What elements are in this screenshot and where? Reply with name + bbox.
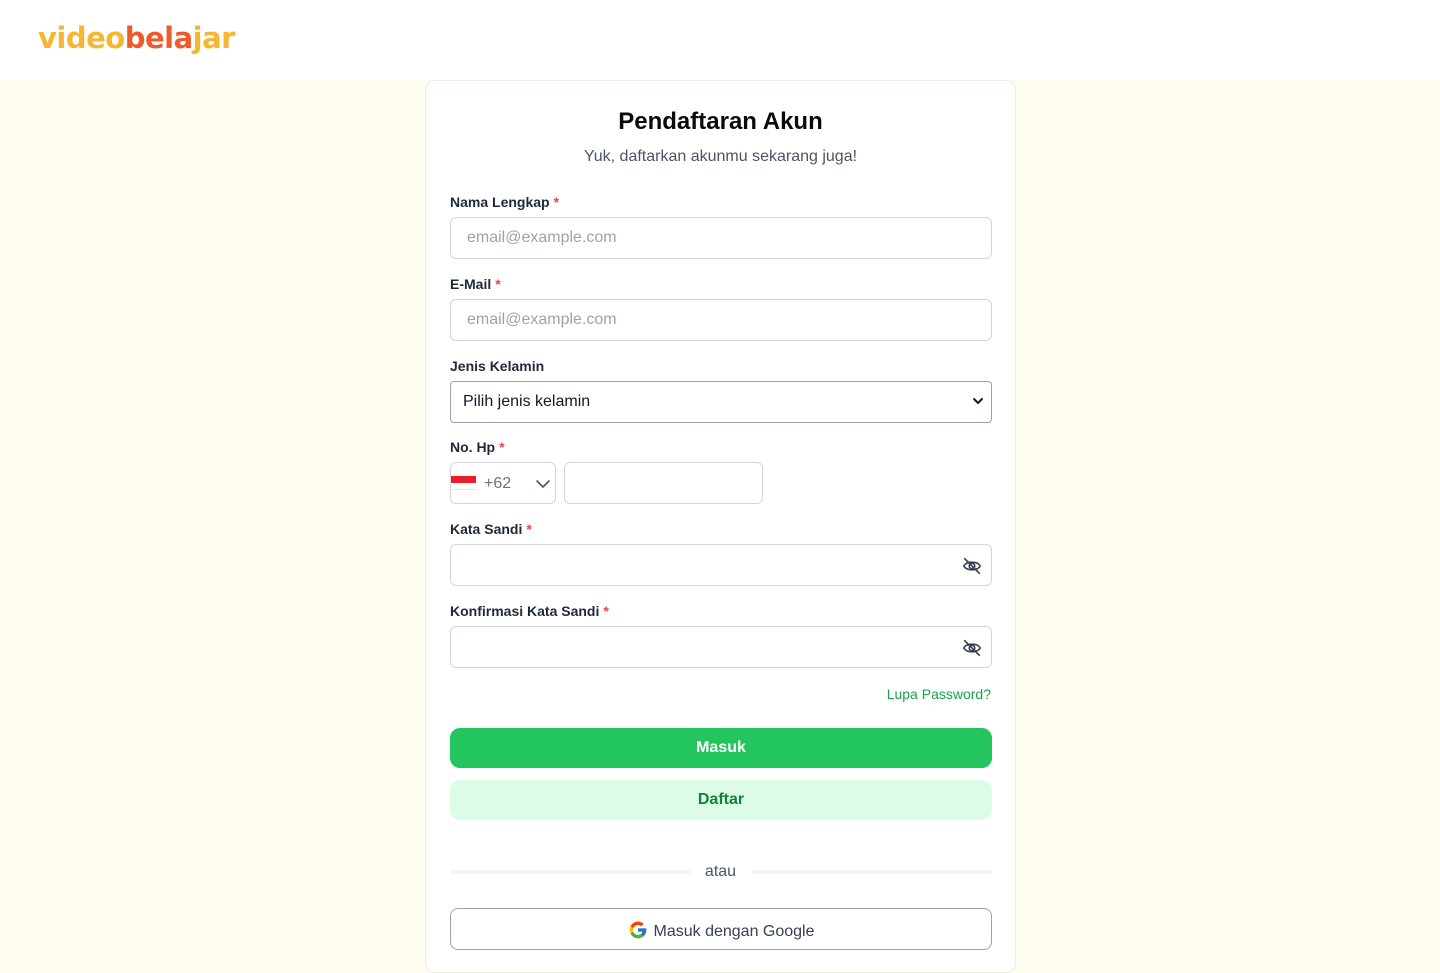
indonesia-flag-icon — [451, 476, 476, 490]
confirm-password-label-text: Konfirmasi Kata Sandi — [450, 603, 600, 619]
required-mark: * — [495, 276, 501, 292]
confirm-password-label: Konfirmasi Kata Sandi * — [450, 603, 609, 619]
password-label: Kata Sandi * — [450, 521, 532, 537]
phone-label-text: No. Hp — [450, 439, 496, 455]
register-card: Pendaftaran Akun Yuk, daftarkan akunmu s… — [425, 80, 1016, 973]
phone-number-input[interactable] — [564, 462, 763, 504]
password-input[interactable] — [450, 544, 992, 586]
google-icon — [629, 921, 646, 939]
gender-selected-value: Pilih jenis kelamin — [463, 393, 591, 410]
email-label-text: E-Mail — [450, 276, 492, 292]
divider-line-right — [752, 870, 992, 874]
password-label-text: Kata Sandi — [450, 521, 523, 537]
chevron-down-icon — [973, 398, 983, 404]
forgot-password-link[interactable]: Lupa Password? — [887, 686, 991, 702]
google-login-button[interactable]: Masuk dengan Google — [450, 908, 992, 950]
email-placeholder: email@example.com — [467, 311, 617, 328]
full-name-input[interactable]: email@example.com — [450, 217, 992, 259]
country-code-select[interactable]: +62 — [450, 462, 556, 504]
chevron-down-icon — [536, 480, 550, 488]
phone-label: No. Hp * — [450, 439, 505, 455]
page-title: Pendaftaran Akun — [618, 108, 823, 135]
required-mark: * — [553, 194, 560, 210]
confirm-password-input[interactable] — [450, 626, 992, 668]
eye-off-icon[interactable] — [961, 555, 983, 577]
gender-label: Jenis Kelamin — [450, 358, 544, 374]
logo-text-jar: jar — [192, 21, 236, 55]
gender-label-text: Jenis Kelamin — [450, 358, 545, 374]
page-subtitle: Yuk, daftarkan akunmu sekarang juga! — [583, 148, 858, 165]
top-navbar: videobelajar — [0, 0, 1440, 80]
google-button-label: Masuk dengan Google — [653, 923, 815, 940]
email-label: E-Mail * — [450, 276, 501, 292]
logo-text-video: video — [38, 21, 125, 55]
required-mark: * — [526, 521, 532, 537]
required-mark: * — [499, 439, 505, 455]
eye-off-icon[interactable] — [961, 637, 983, 659]
brand-logo[interactable]: videobelajar — [38, 20, 235, 56]
email-input[interactable]: email@example.com — [450, 299, 992, 341]
country-dial-code: +62 — [484, 475, 512, 492]
register-button[interactable]: Daftar — [450, 780, 992, 820]
full-name-label: Nama Lengkap * — [450, 194, 559, 210]
gender-select[interactable]: Pilih jenis kelamin — [450, 381, 992, 423]
logo-text-bela: bela — [124, 21, 193, 55]
login-button[interactable]: Masuk — [450, 728, 992, 768]
google-button-content: Masuk dengan Google — [451, 920, 991, 941]
required-mark: * — [603, 603, 609, 619]
full-name-label-text: Nama Lengkap — [450, 194, 550, 210]
full-name-placeholder: email@example.com — [467, 229, 617, 246]
